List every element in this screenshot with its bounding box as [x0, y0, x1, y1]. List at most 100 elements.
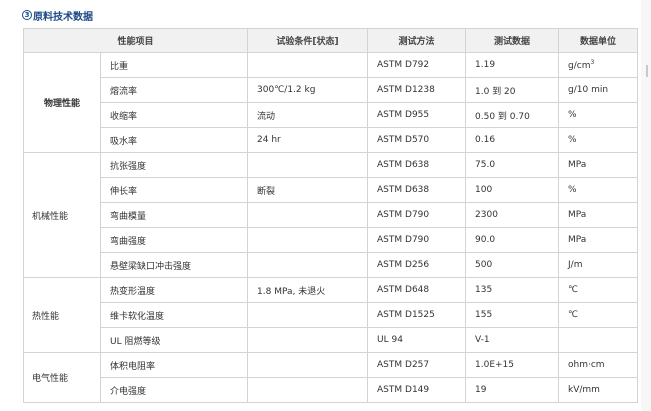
test-method-cell: ASTM D638 — [367, 177, 467, 203]
test-method-cell: ASTM D648 — [367, 277, 467, 303]
property-name-cell: 熔流率 — [99, 77, 249, 103]
header-property: 性能项目 — [22, 28, 249, 53]
test-condition-cell — [247, 302, 369, 328]
test-value-cell: 0.16 — [465, 127, 560, 153]
unit-cell: J/m — [558, 252, 639, 278]
test-condition-cell — [247, 152, 369, 178]
unit-cell: % — [558, 127, 639, 153]
test-condition-cell: 300℃/1.2 kg — [247, 77, 369, 103]
test-value-cell: 155 — [465, 302, 560, 328]
unit-superscript: 3 — [590, 59, 595, 66]
test-value-cell: 2300 — [465, 202, 560, 228]
test-method-cell: ASTM D570 — [367, 127, 467, 153]
test-condition-cell — [247, 202, 369, 228]
test-value-cell: 1.0 到 20 — [465, 77, 560, 103]
test-method-cell: ASTM D1238 — [367, 77, 467, 103]
table-row: 悬壁梁缺口冲击强度 ASTM D256 500 J/m — [24, 252, 639, 278]
test-condition-cell — [247, 252, 369, 278]
property-name-cell: 热变形温度 — [99, 277, 249, 303]
test-value-cell: 135 — [465, 277, 560, 303]
unit-text: ohm·cm — [568, 360, 605, 370]
table-row: UL 阻燃等级 UL 94 V-1 — [24, 327, 639, 353]
test-condition-cell: 断裂 — [247, 177, 369, 203]
table-row: 维卡软化温度 ASTM D1525 155 ℃ — [24, 302, 639, 328]
unit-cell: ℃ — [558, 277, 639, 303]
test-value-cell: 1.19 — [465, 52, 560, 78]
property-name-cell: 比重 — [99, 52, 249, 78]
table-row: 收缩率 流动 ASTM D955 0.50 到 0.70% — [24, 102, 639, 128]
unit-text: g/10 min — [568, 85, 609, 95]
test-value-cell: 90.0 — [465, 227, 560, 253]
property-name-cell: 收缩率 — [99, 102, 249, 128]
unit-cell: ohm·cm — [558, 352, 639, 378]
property-group-label: 电气性能 — [23, 352, 101, 403]
table-row: 物理性能 比重 ASTM D792 1.19 g/cm3 — [23, 52, 639, 153]
header-unit: 数据单位 — [558, 28, 639, 53]
test-condition-cell: 1.8 MPa, 未退火 — [247, 277, 369, 303]
property-name-cell: 维卡软化温度 — [99, 302, 249, 328]
test-condition-cell — [247, 352, 369, 378]
section-title: 3 原料技术数据 — [22, 7, 93, 23]
property-group-label: 物理性能 — [23, 52, 101, 153]
property-group-label: 机械性能 — [23, 152, 101, 278]
test-method-cell: ASTM D257 — [367, 352, 467, 378]
unit-cell: MPa — [558, 202, 639, 228]
test-value-cell: 0.50 到 0.70 — [465, 102, 560, 128]
unit-cell: % — [558, 102, 639, 128]
test-condition-cell: 流动 — [247, 102, 369, 128]
test-condition-cell — [247, 377, 369, 403]
test-value-cell: 75.0 — [465, 152, 560, 178]
vertical-scrollbar[interactable] — [641, 0, 651, 411]
test-method-cell: ASTM D638 — [367, 152, 467, 178]
unit-cell: g/10 min — [558, 77, 639, 103]
test-value-cell: 19 — [465, 377, 560, 403]
unit-text: MPa — [568, 235, 587, 245]
table-row: 弯曲强度 ASTM D790 90.0 MPa — [24, 227, 639, 253]
test-method-cell: ASTM D256 — [367, 252, 467, 278]
property-name-cell: 吸水率 — [99, 127, 249, 153]
table-row: 电气性能 体积电阻率 ASTM D257 1.0E+15 ohm·cm — [23, 352, 639, 403]
table-row: 机械性能 抗张强度 ASTM D638 75.0 MPa — [23, 152, 639, 278]
unit-cell: MPa — [558, 152, 639, 178]
property-name-cell: 弯曲模量 — [99, 202, 249, 228]
test-value-cell: 100 — [465, 177, 560, 203]
unit-text: kV/mm — [568, 385, 600, 395]
header-method: 测试方法 — [367, 28, 467, 53]
property-name-cell: 介电强度 — [99, 377, 249, 403]
property-name-cell: 体积电阻率 — [99, 352, 249, 378]
header-value: 测试数据 — [465, 28, 560, 53]
table-row: 热性能 热变形温度 1.8 MPa, 未退火 ASTM D648 135 ℃ — [23, 277, 639, 353]
material-data-table: 性能项目 试验条件[状态] 测试方法 测试数据 数据单位 物理性能 比重 ASTM … — [22, 28, 639, 403]
test-method-cell: ASTM D790 — [367, 202, 467, 228]
property-name-cell: 悬壁梁缺口冲击强度 — [99, 252, 249, 278]
unit-text: % — [568, 110, 577, 120]
table-row: 弯曲模量 ASTM D790 2300 MPa — [24, 202, 639, 228]
table-body: 物理性能 比重 ASTM D792 1.19 g/cm3 熔流率 300℃/1.2 kg AS… — [23, 52, 639, 403]
unit-text: MPa — [568, 160, 587, 170]
table-row: 介电强度 ASTM D149 19 kV/mm — [24, 377, 639, 403]
unit-cell — [558, 327, 639, 353]
test-condition-cell — [247, 327, 369, 353]
unit-text: % — [568, 135, 577, 145]
test-condition-cell — [247, 227, 369, 253]
unit-text: MPa — [568, 210, 587, 220]
property-name-cell: UL 阻燃等级 — [99, 327, 249, 353]
section-number-badge: 3 — [22, 10, 32, 20]
unit-cell: kV/mm — [558, 377, 639, 403]
property-name-cell: 伸长率 — [99, 177, 249, 203]
header-condition: 试验条件[状态] — [247, 28, 369, 53]
unit-cell: g/cm3 — [558, 52, 639, 78]
table-header-row: 性能项目 试验条件[状态] 测试方法 测试数据 数据单位 — [22, 28, 639, 53]
unit-text: ℃ — [568, 285, 579, 295]
test-method-cell: ASTM D149 — [367, 377, 467, 403]
test-condition-cell: 24 hr — [247, 127, 369, 153]
section-title-text: 原料技术数据 — [33, 11, 93, 23]
unit-text: % — [568, 185, 577, 195]
scrollbar-thumb-edge[interactable] — [646, 65, 648, 77]
test-method-cell: UL 94 — [367, 327, 467, 353]
test-value-cell: 1.0E+15 — [465, 352, 560, 378]
test-condition-cell — [247, 52, 369, 78]
unit-text: g/cm — [568, 61, 591, 71]
test-value-cell: 500 — [465, 252, 560, 278]
property-group-label: 热性能 — [23, 277, 101, 353]
